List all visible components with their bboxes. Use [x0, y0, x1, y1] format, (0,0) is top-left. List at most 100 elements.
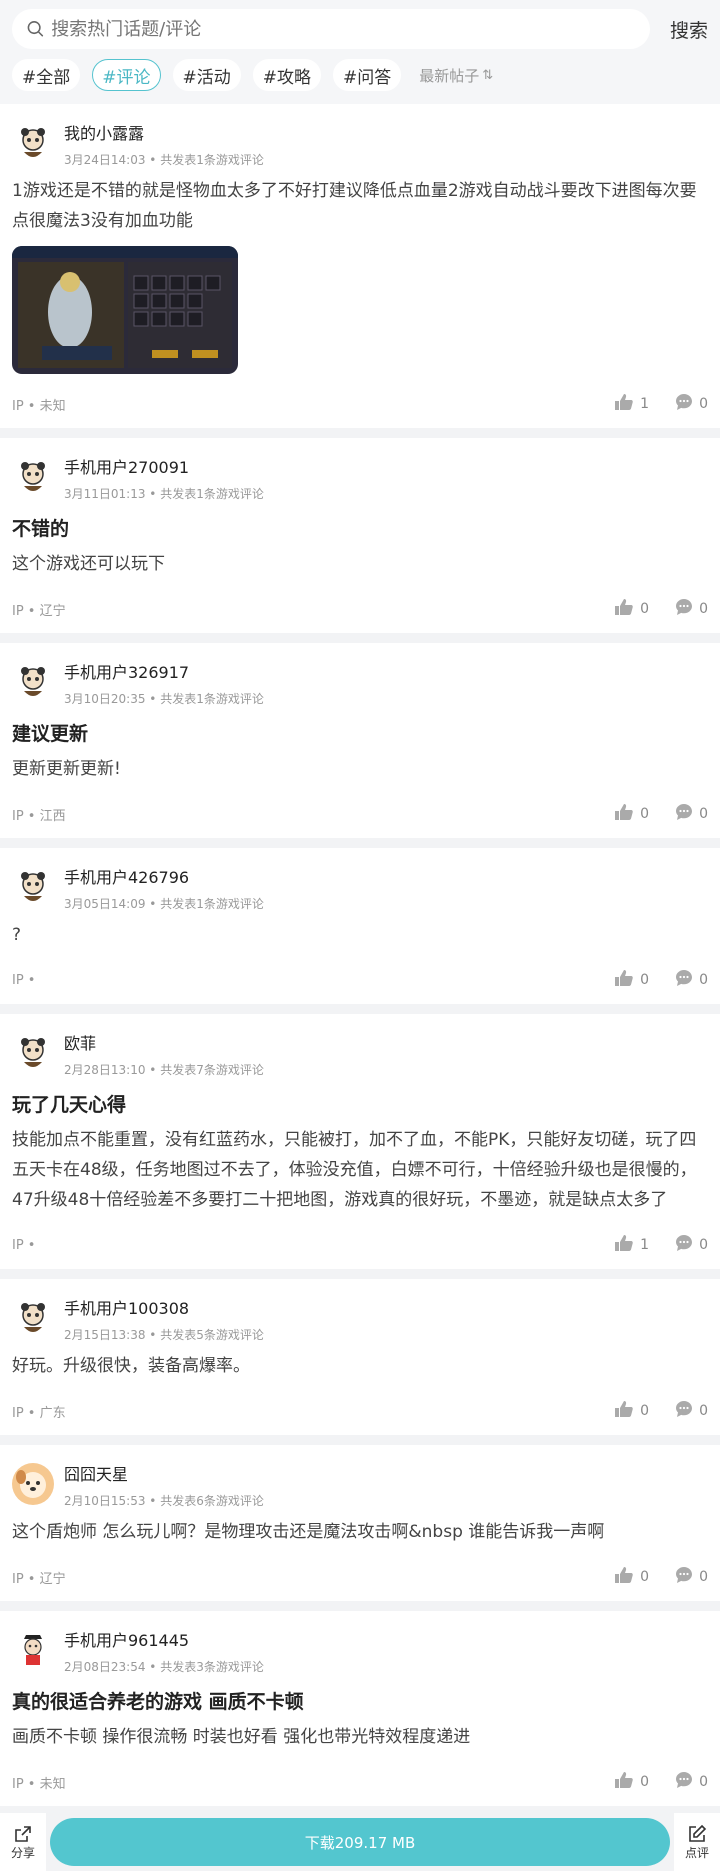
post-actions: 00 [588, 969, 708, 991]
like-button[interactable]: 0 [614, 969, 649, 991]
comment-button[interactable]: 0 [675, 1400, 708, 1422]
avatar[interactable] [12, 122, 54, 164]
post-header: 欧菲 2月28日13:10 • 共发表7条游戏评论 [12, 1028, 708, 1078]
post-actions: 00 [588, 1771, 708, 1793]
post-meta: 2月15日13:38 • 共发表5条游戏评论 [64, 1328, 264, 1342]
search-box[interactable] [12, 9, 650, 49]
tag-filter-row: #全部 #评论 #活动 #攻略 #问答 最新帖子 ⇅ [12, 59, 708, 91]
review-button[interactable]: 点评 [674, 1813, 720, 1871]
tag-review[interactable]: #评论 [92, 59, 161, 91]
comment-icon [675, 969, 699, 991]
post-image[interactable] [12, 246, 238, 374]
ip-location: IP • 未知 [12, 398, 66, 414]
comment-button[interactable]: 0 [675, 598, 708, 620]
like-button[interactable]: 0 [614, 598, 649, 620]
search-button[interactable]: 搜索 [650, 16, 708, 43]
avatar[interactable] [12, 456, 54, 498]
share-label: 分享 [10, 1845, 35, 1860]
post-card[interactable]: 囧囧天星 2月10日15:53 • 共发表6条游戏评论 这个盾炮师 怎么玩儿啊？是物… [0, 1445, 720, 1601]
post-body: 更新更新更新! [12, 759, 121, 779]
username[interactable]: 手机用户426796 [64, 864, 264, 888]
post-card[interactable]: 手机用户100308 2月15日13:38 • 共发表5条游戏评论好玩。升级很快，… [0, 1279, 720, 1435]
post-title: 不错的 [12, 518, 70, 540]
ip-location: IP • 江西 [12, 808, 66, 824]
avatar[interactable] [12, 1463, 54, 1505]
post-card[interactable]: 手机用户326917 3月10日20:35 • 共发表1条游戏评论 建议更新 更新更新… [0, 643, 720, 838]
like-button[interactable]: 0 [614, 1400, 649, 1422]
post-footer: IP • 辽宁 0 0 [12, 585, 708, 633]
post-header: 手机用户270091 3月11日01:13 • 共发表1条游戏评论 [12, 452, 708, 502]
thumbs-up-icon [614, 393, 640, 415]
edit-icon [689, 1824, 707, 1842]
like-button[interactable]: 1 [614, 393, 649, 415]
ip-location: IP • [12, 1237, 36, 1253]
post-card[interactable]: 手机用户426796 3月05日14:09 • 共发表1条游戏评论? IP • 0 0 [0, 848, 720, 1004]
share-icon [15, 1825, 31, 1842]
username[interactable]: 手机用户100308 [64, 1295, 264, 1319]
user-info: 囧囧天星 2月10日15:53 • 共发表6条游戏评论 [64, 1459, 264, 1509]
sort-dropdown[interactable]: 最新帖子 ⇅ [419, 65, 493, 86]
post-body: 好玩。升级很快，装备高爆率。 [12, 1356, 250, 1376]
like-count: 0 [640, 601, 650, 617]
search-icon [27, 21, 44, 37]
post-title: 真的很适合养老的游戏 画质不卡顿 [12, 1691, 304, 1713]
download-button[interactable]: 下载209.17 MB [50, 1818, 670, 1866]
post-footer: IP • 0 0 [12, 956, 708, 1004]
post-card[interactable]: 欧菲 2月28日13:10 • 共发表7条游戏评论玩了几天心得技能加点不能重置，没… [0, 1014, 720, 1269]
sort-arrow-icon: ⇅ [482, 67, 494, 83]
comment-button[interactable]: 0 [675, 393, 708, 415]
username[interactable]: 手机用户326917 [64, 659, 264, 683]
post-body: 画质不卡顿 操作很流畅 时装也好看 强化也带光特效程度递进 [12, 1727, 471, 1747]
tag-guide[interactable]: #攻略 [252, 59, 321, 91]
top-bar: 搜索 #全部 #评论 #活动 #攻略 #问答 最新帖子 ⇅ [0, 0, 720, 104]
post-card[interactable]: 手机用户270091 3月11日01:13 • 共发表1条游戏评论 不错的 这个游戏还… [0, 438, 720, 633]
share-button[interactable]: 分享 [0, 1813, 46, 1871]
comment-icon [675, 1234, 699, 1256]
comment-icon [675, 803, 699, 825]
comment-icon [675, 598, 699, 620]
avatar[interactable] [12, 661, 54, 703]
comment-button[interactable]: 0 [675, 803, 708, 825]
comment-button[interactable]: 0 [675, 969, 708, 991]
tag-activity[interactable]: #活动 [172, 59, 241, 91]
post-card[interactable]: 我的小露露 3月24日14:03 • 共发表1条游戏评论 1游戏还是不错的就是怪物血… [0, 104, 720, 428]
post-actions: 00 [588, 1566, 708, 1588]
avatar[interactable] [12, 1297, 54, 1339]
post-title: 玩了几天心得 [12, 1094, 127, 1116]
post-footer: IP • 未知 1 0 [12, 380, 708, 428]
like-button[interactable]: 0 [614, 1771, 649, 1793]
comment-button[interactable]: 0 [675, 1566, 708, 1588]
username[interactable]: 手机用户270091 [64, 454, 264, 478]
post-header: 手机用户100308 2月15日13:38 • 共发表5条游戏评论 [12, 1293, 708, 1343]
search-input[interactable] [51, 18, 650, 40]
comment-button[interactable]: 0 [675, 1771, 708, 1793]
username[interactable]: 手机用户961445 [64, 1627, 264, 1651]
post-body: ? [12, 925, 22, 945]
avatar[interactable] [12, 1629, 54, 1671]
tag-all[interactable]: #全部 [12, 59, 81, 91]
comment-count: 0 [699, 1774, 708, 1790]
comment-icon [675, 1566, 699, 1588]
like-count: 0 [640, 1569, 650, 1585]
post-card[interactable]: 手机用户961445 2月08日23:54 • 共发表3条游戏评论真的很适合养老的… [0, 1611, 720, 1806]
avatar[interactable] [12, 866, 54, 908]
avatar[interactable] [12, 1032, 54, 1074]
like-button[interactable]: 1 [614, 1234, 649, 1256]
tag-qa[interactable]: #问答 [333, 59, 402, 91]
comment-icon [675, 1400, 699, 1422]
post-header: 手机用户961445 2月08日23:54 • 共发表3条游戏评论 [12, 1625, 708, 1675]
like-button[interactable]: 0 [614, 1566, 649, 1588]
username[interactable]: 囧囧天星 [64, 1461, 264, 1485]
username[interactable]: 我的小露露 [64, 120, 264, 144]
post-body: 技能加点不能重置，没有红蓝药水，只能被打，加不了血，不能PK，只能好友切磋，玩了… [12, 1130, 697, 1210]
ip-location: IP • [12, 972, 36, 988]
username[interactable]: 欧菲 [64, 1030, 264, 1054]
thumbs-up-icon [614, 1771, 640, 1793]
comment-button[interactable]: 0 [675, 1234, 708, 1256]
post-footer: IP • 广东 0 0 [12, 1387, 708, 1435]
comment-icon [675, 1771, 699, 1793]
thumbs-up-icon [614, 1234, 640, 1256]
like-button[interactable]: 0 [614, 803, 649, 825]
post-body: 1游戏还是不错的就是怪物血太多了不好打建议降低点血量2游戏自动战斗要改下进图每次… [12, 181, 697, 231]
post-actions: 10 [588, 393, 708, 415]
